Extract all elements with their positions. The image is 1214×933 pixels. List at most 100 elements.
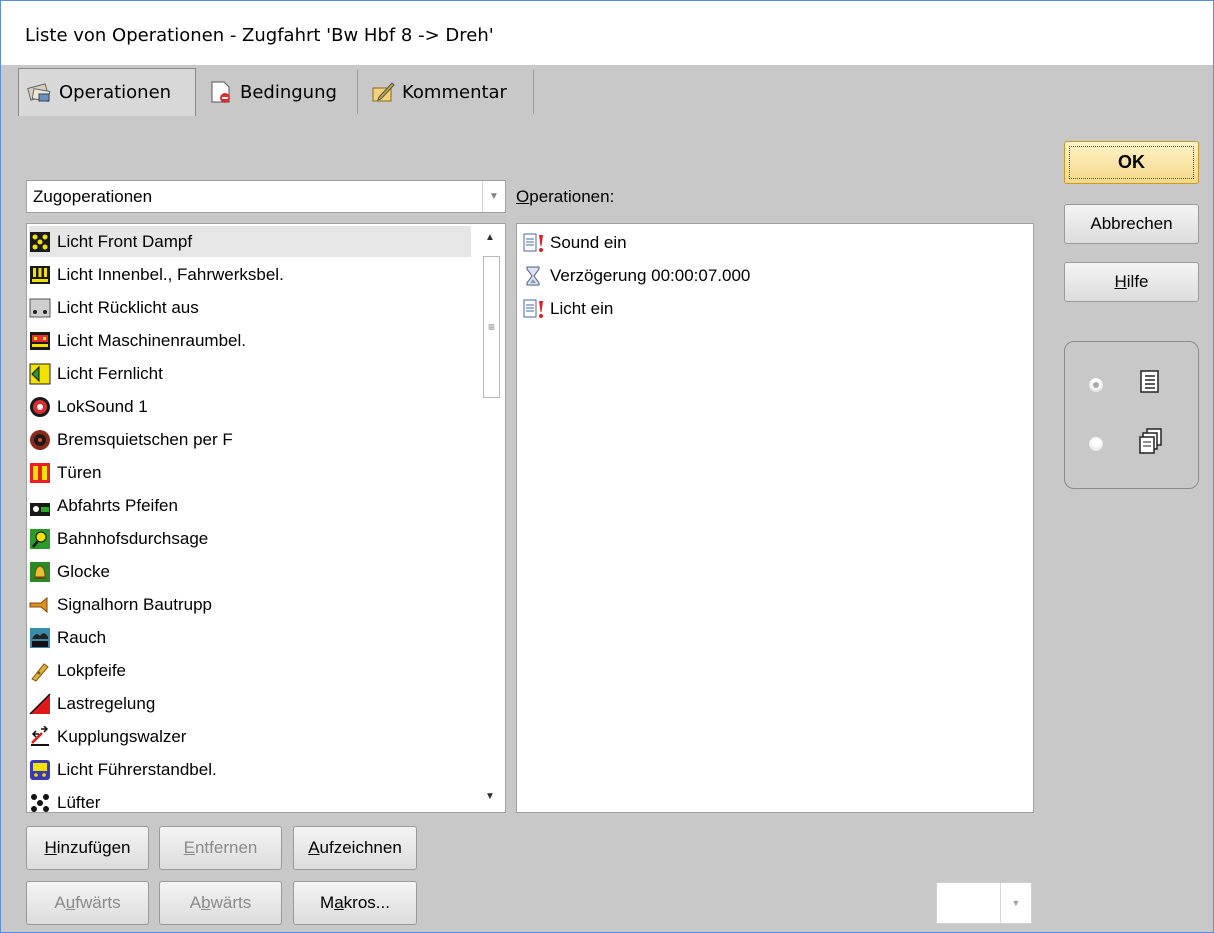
list-item-label: Rauch bbox=[57, 627, 107, 647]
list-item[interactable]: Bremsquietschen per F bbox=[29, 424, 471, 455]
category-select[interactable]: Zugoperationen ▼ bbox=[26, 180, 506, 213]
button-label-post: inzufügen bbox=[56, 838, 131, 857]
list-item[interactable]: Licht Front Dampf bbox=[29, 226, 471, 257]
list-item[interactable]: Licht Fernlicht bbox=[29, 358, 471, 389]
cancel-button-label: Abbrechen bbox=[1090, 214, 1173, 233]
button-label-post: wärts bbox=[210, 893, 252, 912]
list-item-label: Signalhorn Bautrupp bbox=[57, 594, 213, 614]
rear-light-off-icon bbox=[29, 297, 51, 319]
help-button[interactable]: Hilfe bbox=[1064, 262, 1199, 302]
list-item[interactable]: Lüfter bbox=[29, 787, 471, 812]
front-light-steam-icon bbox=[29, 231, 51, 253]
list-item-label: Licht Führerstandbel. bbox=[57, 759, 217, 779]
condition-tab-icon bbox=[208, 79, 234, 105]
button-label-mnemonic: u bbox=[65, 893, 76, 912]
button-label-mnemonic: A bbox=[308, 838, 320, 857]
tab-kommentar[interactable]: Kommentar bbox=[362, 70, 534, 114]
tab-label: Bedingung bbox=[240, 81, 337, 103]
button-label-pre: A bbox=[189, 893, 202, 912]
button-label-post: ilfe bbox=[1126, 272, 1149, 291]
add-button[interactable]: Hinzufügen bbox=[26, 826, 149, 870]
cancel-button[interactable]: Abbrechen bbox=[1064, 204, 1199, 244]
list-item[interactable]: Licht Maschinenraumbel. bbox=[29, 325, 471, 356]
list-item-label: Bremsquietschen per F bbox=[57, 429, 233, 449]
list-item[interactable]: Bahnhofsdurchsage bbox=[29, 523, 471, 554]
chevron-down-icon[interactable]: ▼ bbox=[482, 181, 505, 212]
list-item[interactable]: Lokpfeife bbox=[29, 655, 471, 686]
list-item[interactable]: Türen bbox=[29, 457, 471, 488]
loco-whistle-icon bbox=[29, 660, 51, 682]
list-item-label: Licht Innenbel., Fahrwerksbel. bbox=[57, 264, 284, 284]
function-on-icon bbox=[522, 232, 544, 254]
list-item-label: Lokpfeife bbox=[57, 660, 126, 680]
list-item[interactable]: Lastregelung bbox=[29, 688, 471, 719]
button-label-post: ufzeichnen bbox=[319, 838, 402, 857]
dialog-window: Liste von Operationen - Zugfahrt 'Bw Hbf… bbox=[0, 0, 1214, 933]
list-item[interactable]: Kupplungswalzer bbox=[29, 721, 471, 752]
list-view-icon bbox=[1139, 370, 1161, 398]
window-title: Liste von Operationen - Zugfahrt 'Bw Hbf… bbox=[25, 25, 494, 46]
comment-tab-icon bbox=[370, 79, 396, 105]
ok-button[interactable]: OK bbox=[1064, 141, 1199, 184]
view-mode-copy-radio[interactable] bbox=[1088, 436, 1104, 452]
list-item[interactable]: Licht Rücklicht aus bbox=[29, 292, 471, 323]
selected-operations-list[interactable]: Sound ein Verzögerung 00:00:07.000 Licht e… bbox=[516, 223, 1034, 813]
record-button[interactable]: Aufzeichnen bbox=[293, 826, 417, 870]
remove-button[interactable]: Entfernen bbox=[159, 826, 282, 870]
signal-horn-icon bbox=[29, 594, 51, 616]
operation-item[interactable]: Licht ein bbox=[522, 294, 613, 324]
scroll-down-icon[interactable]: ▼ bbox=[485, 791, 495, 802]
list-item-label: Türen bbox=[57, 462, 102, 482]
view-mode-list-radio[interactable] bbox=[1088, 377, 1104, 393]
scroll-up-icon[interactable]: ▲ bbox=[485, 232, 495, 243]
bell-icon bbox=[29, 561, 51, 583]
button-label-pre: A bbox=[54, 893, 66, 912]
button-label-mnemonic: b bbox=[201, 893, 211, 912]
coupling-waltz-icon bbox=[29, 724, 51, 748]
list-item-label: LokSound 1 bbox=[57, 396, 148, 416]
button-label-mnemonic: H bbox=[1114, 272, 1127, 291]
list-item[interactable]: Glocke bbox=[29, 556, 471, 587]
list-item-label: Licht Rücklicht aus bbox=[57, 297, 199, 317]
button-label-pre: M bbox=[320, 893, 335, 912]
fan-icon bbox=[29, 792, 51, 812]
tab-label: Operationen bbox=[59, 82, 172, 103]
interior-light-icon bbox=[29, 264, 51, 286]
title-bar: Liste von Operationen - Zugfahrt 'Bw Hbf… bbox=[1, 1, 1213, 65]
loksound-icon bbox=[29, 396, 51, 418]
operation-item[interactable]: Sound ein bbox=[522, 228, 627, 258]
list-item[interactable]: Licht Innenbel., Fahrwerksbel. bbox=[29, 259, 471, 290]
macros-button[interactable]: Ma kros... bbox=[293, 881, 417, 925]
list-item[interactable]: Abfahrts Pfeifen bbox=[29, 490, 471, 521]
list-item[interactable]: Rauch bbox=[29, 622, 471, 653]
doors-icon bbox=[29, 462, 51, 484]
available-operations-list[interactable]: Licht Front Dampf Licht Innenbel., Fahrwe… bbox=[26, 223, 506, 813]
chevron-down-icon[interactable]: ▼ bbox=[1000, 883, 1031, 923]
list-item-label: Kupplungswalzer bbox=[57, 726, 187, 746]
tab-bedingung[interactable]: Bedingung bbox=[200, 70, 358, 114]
button-label-post: fwärts bbox=[75, 893, 121, 912]
list-item-label: Bahnhofsdurchsage bbox=[57, 528, 209, 548]
move-up-button[interactable]: Au fwärts bbox=[26, 881, 149, 925]
operations-label-rest: perationen: bbox=[529, 187, 615, 206]
operation-item[interactable]: Verzögerung 00:00:07.000 bbox=[522, 261, 750, 291]
cab-light-icon bbox=[29, 759, 51, 781]
list-item[interactable]: Signalhorn Bautrupp bbox=[29, 589, 471, 620]
small-select[interactable]: ▼ bbox=[936, 882, 1032, 924]
list-item[interactable]: Licht Führerstandbel. bbox=[29, 754, 471, 785]
list-item-label: Lastregelung bbox=[57, 693, 156, 713]
list-item-label: Abfahrts Pfeifen bbox=[57, 495, 178, 515]
move-down-button[interactable]: Ab wärts bbox=[159, 881, 282, 925]
hourglass-icon bbox=[522, 265, 544, 287]
button-label-mnemonic: a bbox=[334, 893, 344, 912]
scroll-thumb[interactable]: ≡ bbox=[483, 256, 500, 398]
tab-operationen[interactable]: Operationen bbox=[18, 68, 196, 116]
operation-item-label: Verzögerung 00:00:07.000 bbox=[550, 266, 751, 285]
station-announcement-icon bbox=[29, 528, 51, 550]
list-item[interactable]: LokSound 1 bbox=[29, 391, 471, 422]
view-mode-group bbox=[1064, 341, 1199, 489]
vertical-scrollbar[interactable]: ▲ ≡ ▼ bbox=[477, 224, 505, 812]
category-select-value: Zugoperationen bbox=[33, 187, 153, 206]
high-beam-icon bbox=[29, 363, 51, 385]
departure-whistle-icon bbox=[29, 495, 51, 517]
